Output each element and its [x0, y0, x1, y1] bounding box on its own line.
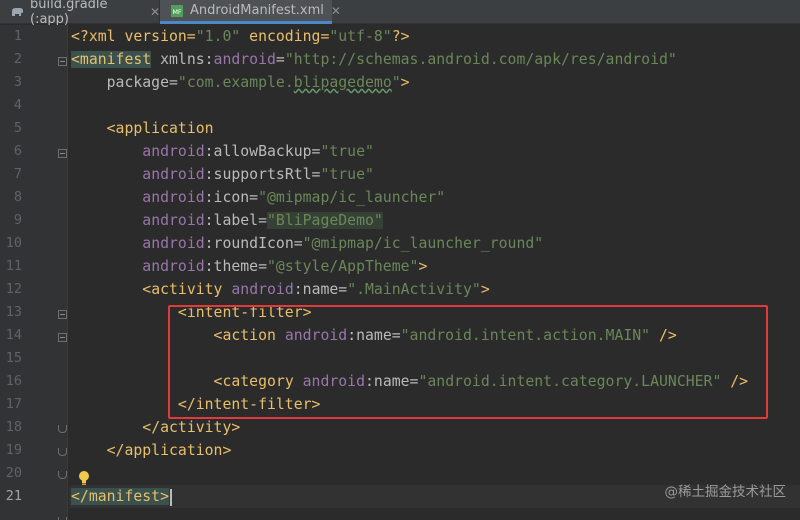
line-number: 10 — [5, 235, 22, 251]
fold-collapse-icon[interactable] — [58, 57, 67, 66]
code-line-10: android:roundIcon="@mipmap/ic_launcher_r… — [142, 235, 544, 252]
svg-text:MF: MF — [172, 8, 182, 16]
line-number: 8 — [13, 189, 22, 205]
fold-end-icon[interactable] — [58, 471, 67, 479]
line-number: 9 — [13, 212, 22, 228]
line-number: 14 — [5, 327, 22, 343]
line-number-gutter[interactable]: 1 2 3 4 5 6 7 8 9 10 11 12 13 14 15 16 1… — [0, 25, 68, 520]
code-line-11: android:theme="@style/AppTheme"> — [142, 258, 428, 275]
line-number: 12 — [5, 281, 22, 297]
line-number: 3 — [13, 74, 22, 90]
fold-end-icon[interactable] — [58, 448, 67, 456]
tab-label: build.gradle (:app) — [30, 0, 108, 27]
line-number: 18 — [5, 419, 22, 435]
line-number: 1 — [13, 28, 22, 44]
line-number: 15 — [5, 350, 22, 366]
line-number: 17 — [5, 396, 22, 412]
code-line-5: <application — [106, 120, 214, 137]
fold-collapse-icon[interactable] — [58, 149, 67, 158]
line-number: 19 — [5, 442, 22, 458]
fold-collapse-icon[interactable] — [58, 310, 67, 319]
close-tab-icon[interactable]: ✕ — [331, 4, 341, 18]
line-number-current: 21 — [5, 488, 22, 504]
code-line-9: android:label="BliPageDemo" — [142, 212, 383, 229]
line-number: 7 — [13, 166, 22, 182]
line-number: 4 — [13, 97, 22, 113]
code-line-18: </activity> — [142, 419, 241, 436]
gradle-elephant-icon — [10, 5, 24, 19]
code-editor[interactable]: <?xml version="1.0" encoding="utf-8"?> <… — [69, 25, 800, 520]
line-number: 16 — [5, 373, 22, 389]
line-number: 20 — [5, 465, 22, 481]
tab-build-gradle[interactable]: build.gradle (:app) ✕ — [0, 0, 160, 27]
watermark: @稀土掘金技术社区 — [664, 484, 787, 500]
code-line-12: <activity android:name=".MainActivity"> — [142, 281, 490, 298]
code-line-7: android:supportsRtl="true" — [142, 166, 374, 183]
line-number: 2 — [13, 51, 22, 67]
line-number: 5 — [13, 120, 22, 136]
manifest-file-icon: MF — [170, 4, 184, 18]
code-line-19: </application> — [106, 442, 232, 459]
code-line-1: <?xml version="1.0" encoding="utf-8"?> — [71, 28, 410, 45]
fold-end-icon[interactable] — [58, 425, 67, 433]
code-line-21: </manifest> — [71, 485, 172, 508]
intent-filter-highlight-box — [168, 305, 768, 419]
code-line-8: android:icon="@mipmap/ic_launcher" — [142, 189, 446, 206]
fold-collapse-icon[interactable] — [58, 333, 67, 342]
tab-android-manifest[interactable]: MF AndroidManifest.xml ✕ — [160, 0, 341, 24]
code-line-3: package="com.example.blipagedemo"> — [106, 74, 410, 91]
editor-tab-bar: build.gradle (:app) ✕ MF AndroidManifest… — [0, 0, 800, 27]
line-number: 13 — [5, 304, 22, 320]
text-cursor — [170, 488, 172, 506]
tab-label: AndroidManifest.xml — [190, 3, 324, 18]
lightbulb-icon[interactable] — [78, 470, 90, 486]
code-line-2: <manifest xmlns:android="http://schemas.… — [71, 51, 677, 68]
line-number: 11 — [5, 258, 22, 274]
line-number: 6 — [13, 143, 22, 159]
code-line-6: android:allowBackup="true" — [142, 143, 374, 160]
